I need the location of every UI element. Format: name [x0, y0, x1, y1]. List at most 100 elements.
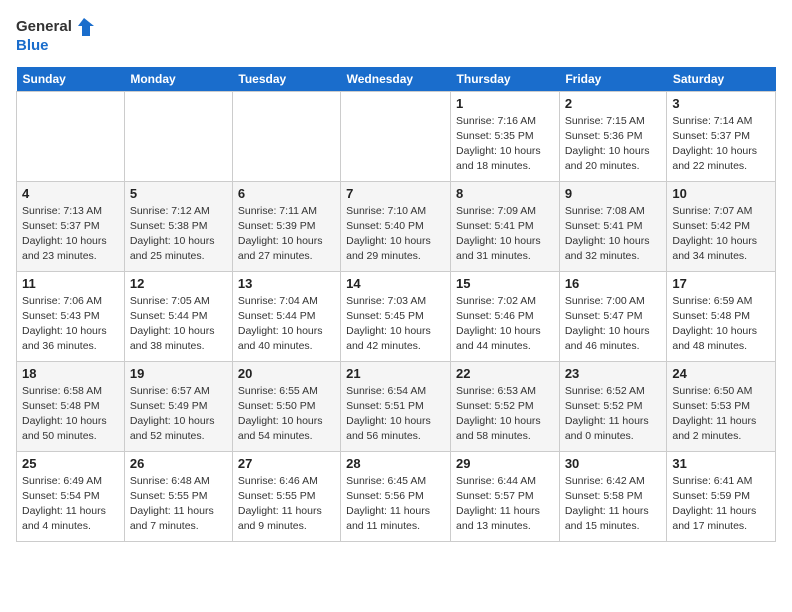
header-friday: Friday — [559, 67, 667, 92]
calendar-cell: 13 Sunrise: 7:04 AM Sunset: 5:44 PM Dayli… — [232, 271, 340, 361]
calendar-cell: 22 Sunrise: 6:53 AM Sunset: 5:52 PM Dayli… — [451, 361, 560, 451]
day-info: Sunrise: 6:59 AM Sunset: 5:48 PM Dayligh… — [672, 294, 770, 355]
day-info: Sunrise: 7:04 AM Sunset: 5:44 PM Dayligh… — [238, 294, 335, 355]
day-number: 14 — [346, 276, 445, 291]
calendar-cell: 21Sunrise: 6:54 AM Sunset: 5:51 PM Dayli… — [341, 361, 451, 451]
calendar-cell: 30Sunrise: 6:42 AM Sunset: 5:58 PM Dayli… — [559, 451, 667, 541]
calendar-cell: 18 Sunrise: 6:58 AM Sunset: 5:48 PM Dayli… — [17, 361, 125, 451]
day-number: 9 — [565, 186, 662, 201]
day-number: 31 — [672, 456, 770, 471]
calendar-week-row: 1 Sunrise: 7:16 AM Sunset: 5:35 PM Daylig… — [17, 91, 776, 181]
calendar-cell — [232, 91, 340, 181]
day-number: 5 — [130, 186, 227, 201]
header-sunday: Sunday — [17, 67, 125, 92]
logo: General Blue — [16, 16, 96, 55]
day-info: Sunrise: 6:41 AM Sunset: 5:59 PM Dayligh… — [672, 474, 770, 535]
day-number: 17 — [672, 276, 770, 291]
day-number: 25 — [22, 456, 119, 471]
day-info: Sunrise: 7:09 AM Sunset: 5:41 PM Dayligh… — [456, 204, 554, 265]
calendar-cell: 11Sunrise: 7:06 AM Sunset: 5:43 PM Dayli… — [17, 271, 125, 361]
calendar-cell — [124, 91, 232, 181]
day-number: 27 — [238, 456, 335, 471]
day-info: Sunrise: 7:15 AM Sunset: 5:36 PM Dayligh… — [565, 114, 662, 175]
day-number: 10 — [672, 186, 770, 201]
day-number: 22 — [456, 366, 554, 381]
day-number: 18 — [22, 366, 119, 381]
day-info: Sunrise: 7:14 AM Sunset: 5:37 PM Dayligh… — [672, 114, 770, 175]
calendar-week-row: 4 Sunrise: 7:13 AM Sunset: 5:37 PM Daylig… — [17, 181, 776, 271]
calendar-cell: 7Sunrise: 7:10 AM Sunset: 5:40 PM Daylig… — [341, 181, 451, 271]
day-number: 2 — [565, 96, 662, 111]
calendar-cell: 25 Sunrise: 6:49 AM Sunset: 5:54 PM Dayli… — [17, 451, 125, 541]
calendar-table: SundayMondayTuesdayWednesdayThursdayFrid… — [16, 67, 776, 542]
calendar-cell — [17, 91, 125, 181]
day-number: 20 — [238, 366, 335, 381]
day-info: Sunrise: 6:55 AM Sunset: 5:50 PM Dayligh… — [238, 384, 335, 445]
day-number: 28 — [346, 456, 445, 471]
day-number: 12 — [130, 276, 227, 291]
day-info: Sunrise: 6:49 AM Sunset: 5:54 PM Dayligh… — [22, 474, 119, 535]
day-info: Sunrise: 6:57 AM Sunset: 5:49 PM Dayligh… — [130, 384, 227, 445]
page-header: General Blue — [16, 16, 776, 55]
calendar-cell: 17 Sunrise: 6:59 AM Sunset: 5:48 PM Dayli… — [667, 271, 776, 361]
day-info: Sunrise: 7:03 AM Sunset: 5:45 PM Dayligh… — [346, 294, 445, 355]
calendar-cell: 2 Sunrise: 7:15 AM Sunset: 5:36 PM Daylig… — [559, 91, 667, 181]
day-number: 4 — [22, 186, 119, 201]
calendar-cell: 31 Sunrise: 6:41 AM Sunset: 5:59 PM Dayli… — [667, 451, 776, 541]
day-info: Sunrise: 7:13 AM Sunset: 5:37 PM Dayligh… — [22, 204, 119, 265]
calendar-cell: 12Sunrise: 7:05 AM Sunset: 5:44 PM Dayli… — [124, 271, 232, 361]
calendar-cell: 6 Sunrise: 7:11 AM Sunset: 5:39 PM Daylig… — [232, 181, 340, 271]
day-number: 30 — [565, 456, 662, 471]
day-number: 29 — [456, 456, 554, 471]
day-info: Sunrise: 7:11 AM Sunset: 5:39 PM Dayligh… — [238, 204, 335, 265]
calendar-header-row: SundayMondayTuesdayWednesdayThursdayFrid… — [17, 67, 776, 92]
day-info: Sunrise: 6:54 AM Sunset: 5:51 PM Dayligh… — [346, 384, 445, 445]
day-info: Sunrise: 7:07 AM Sunset: 5:42 PM Dayligh… — [672, 204, 770, 265]
calendar-cell: 26Sunrise: 6:48 AM Sunset: 5:55 PM Dayli… — [124, 451, 232, 541]
day-info: Sunrise: 6:53 AM Sunset: 5:52 PM Dayligh… — [456, 384, 554, 445]
day-info: Sunrise: 7:02 AM Sunset: 5:46 PM Dayligh… — [456, 294, 554, 355]
calendar-cell: 24 Sunrise: 6:50 AM Sunset: 5:53 PM Dayli… — [667, 361, 776, 451]
day-number: 16 — [565, 276, 662, 291]
calendar-cell: 3 Sunrise: 7:14 AM Sunset: 5:37 PM Daylig… — [667, 91, 776, 181]
calendar-cell — [341, 91, 451, 181]
header-thursday: Thursday — [451, 67, 560, 92]
header-saturday: Saturday — [667, 67, 776, 92]
calendar-cell: 29 Sunrise: 6:44 AM Sunset: 5:57 PM Dayli… — [451, 451, 560, 541]
header-tuesday: Tuesday — [232, 67, 340, 92]
logo-bird-icon — [74, 16, 96, 38]
calendar-cell: 1 Sunrise: 7:16 AM Sunset: 5:35 PM Daylig… — [451, 91, 560, 181]
calendar-week-row: 25 Sunrise: 6:49 AM Sunset: 5:54 PM Dayli… — [17, 451, 776, 541]
day-number: 19 — [130, 366, 227, 381]
day-info: Sunrise: 6:58 AM Sunset: 5:48 PM Dayligh… — [22, 384, 119, 445]
day-number: 24 — [672, 366, 770, 381]
calendar-cell: 10 Sunrise: 7:07 AM Sunset: 5:42 PM Dayli… — [667, 181, 776, 271]
day-info: Sunrise: 7:16 AM Sunset: 5:35 PM Dayligh… — [456, 114, 554, 175]
day-number: 1 — [456, 96, 554, 111]
day-number: 8 — [456, 186, 554, 201]
calendar-cell: 5Sunrise: 7:12 AM Sunset: 5:38 PM Daylig… — [124, 181, 232, 271]
calendar-cell: 8 Sunrise: 7:09 AM Sunset: 5:41 PM Daylig… — [451, 181, 560, 271]
calendar-cell: 4 Sunrise: 7:13 AM Sunset: 5:37 PM Daylig… — [17, 181, 125, 271]
header-monday: Monday — [124, 67, 232, 92]
logo-blue: Blue — [16, 38, 96, 55]
calendar-week-row: 18 Sunrise: 6:58 AM Sunset: 5:48 PM Dayli… — [17, 361, 776, 451]
day-number: 23 — [565, 366, 662, 381]
day-info: Sunrise: 7:10 AM Sunset: 5:40 PM Dayligh… — [346, 204, 445, 265]
calendar-cell: 9 Sunrise: 7:08 AM Sunset: 5:41 PM Daylig… — [559, 181, 667, 271]
calendar-cell: 28Sunrise: 6:45 AM Sunset: 5:56 PM Dayli… — [341, 451, 451, 541]
day-number: 26 — [130, 456, 227, 471]
day-number: 13 — [238, 276, 335, 291]
day-number: 11 — [22, 276, 119, 291]
day-number: 3 — [672, 96, 770, 111]
day-info: Sunrise: 7:08 AM Sunset: 5:41 PM Dayligh… — [565, 204, 662, 265]
day-number: 15 — [456, 276, 554, 291]
calendar-cell: 27 Sunrise: 6:46 AM Sunset: 5:55 PM Dayli… — [232, 451, 340, 541]
day-info: Sunrise: 6:46 AM Sunset: 5:55 PM Dayligh… — [238, 474, 335, 535]
day-info: Sunrise: 6:44 AM Sunset: 5:57 PM Dayligh… — [456, 474, 554, 535]
calendar-week-row: 11Sunrise: 7:06 AM Sunset: 5:43 PM Dayli… — [17, 271, 776, 361]
day-number: 6 — [238, 186, 335, 201]
calendar-cell: 20 Sunrise: 6:55 AM Sunset: 5:50 PM Dayli… — [232, 361, 340, 451]
calendar-cell: 14 Sunrise: 7:03 AM Sunset: 5:45 PM Dayli… — [341, 271, 451, 361]
day-info: Sunrise: 6:50 AM Sunset: 5:53 PM Dayligh… — [672, 384, 770, 445]
